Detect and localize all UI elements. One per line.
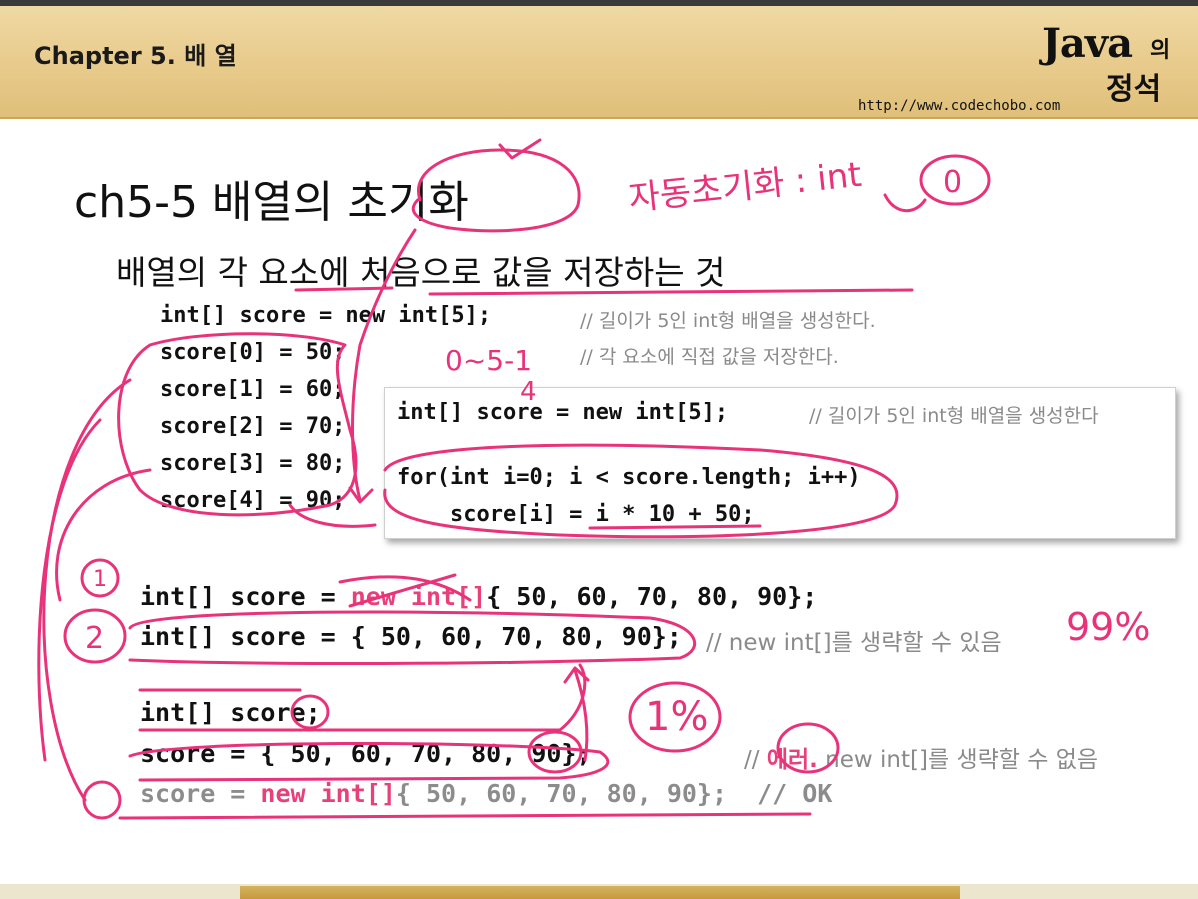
margin-arrow-2 (37, 418, 102, 762)
circle-zero (919, 154, 991, 206)
comment-text: new int[]를 생략할 수 없음 (817, 747, 1099, 773)
site-url: http://www.codechobo.com (858, 98, 1061, 114)
code-line: score[i] = i * 10 + 50; (397, 502, 755, 527)
underline-line5 (118, 812, 812, 820)
slide-subtitle: 배열의 각 요소에 처음으로 값을 저장하는 것 (116, 253, 726, 292)
comment-text: // (744, 747, 767, 773)
code-text: score = (140, 779, 261, 808)
code-line: int[] score = new int[]{ 50, 60, 70, 80,… (140, 582, 817, 611)
circle-1pct (628, 681, 722, 753)
logo-jeongseok: 정석 (1106, 72, 1162, 107)
arrow-to-zero (883, 193, 927, 213)
annotation-circled-2: 2 (85, 621, 104, 656)
code-line: int[] score = new int[5]; (397, 400, 729, 425)
circle-num-3 (82, 780, 122, 820)
check-mark (498, 138, 542, 160)
code-line: score[4] = 90; (160, 488, 346, 513)
slide-header: Chapter 5. 배 열 Java 의 정석 http://www.code… (0, 6, 1198, 119)
code-box: int[] score = new int[5]; // 길이가 5인 int형… (384, 387, 1176, 539)
annotation-range: 0~5-1 (445, 344, 532, 377)
code-comment: // 길이가 5인 int형 배열을 생성한다. (580, 310, 876, 332)
comment-error: 에러. (766, 747, 818, 773)
code-line: int[] score = { 50, 60, 70, 80, 90}; (140, 622, 682, 651)
logo-ui: 의 (1150, 38, 1171, 63)
circle-num-1 (80, 558, 120, 598)
code-line: score[0] = 50; (160, 340, 346, 365)
code-line: int[] score; (140, 698, 321, 727)
arrow-up-head (563, 666, 590, 684)
code-line: score = { 50, 60, 70, 80, 90}; (140, 739, 592, 768)
annotation-1pct: 1% (645, 694, 708, 740)
code-comment: // 길이가 5인 int형 배열을 생성한다 (809, 405, 1099, 427)
code-line: score[2] = 70; (160, 414, 346, 439)
code-text: { 50, 60, 70, 80, 90}; // OK (395, 779, 833, 808)
code-line: int[] score = new int[5]; (160, 303, 492, 328)
code-text: int[] score = (140, 582, 351, 611)
annotation-zero: 0 (943, 165, 962, 200)
annotation-99pct: 99% (1066, 605, 1150, 649)
logo-java: Java (1042, 20, 1133, 67)
arrow-head (348, 486, 374, 504)
code-block-1: int[] score = new int[5]; score[0] = 50;… (160, 303, 491, 513)
bottom-bar (240, 886, 960, 899)
code-comment: // new int[]를 생략할 수 있음 (706, 630, 1002, 656)
margin-arrow-3 (42, 378, 132, 802)
code-line: score = new int[]{ 50, 60, 70, 80, 90}; … (140, 779, 832, 808)
slide-title: ch5-5 배열의 초기화 (74, 177, 469, 228)
code-comment: // 에러. new int[]를 생략할 수 없음 (744, 740, 1098, 774)
code-text: { 50, 60, 70, 80, 90}; (486, 582, 818, 611)
code-line: score[3] = 80; (160, 451, 346, 476)
annotation-auto-init: 자동초기화 : int (627, 155, 864, 219)
circle-num-2 (63, 608, 127, 664)
keyword-new: new int[] (350, 582, 487, 611)
code-comment: // 각 요소에 직접 값을 저장한다. (580, 346, 839, 368)
code-line: for(int i=0; i < score.length; i++) (397, 465, 861, 490)
annotation-circled-1: 1 (93, 567, 107, 592)
chapter-title: Chapter 5. 배 열 (34, 42, 237, 70)
code-line: score[1] = 60; (160, 377, 346, 402)
keyword-new: new int[] (260, 779, 396, 808)
margin-arrow-1 (55, 468, 152, 602)
